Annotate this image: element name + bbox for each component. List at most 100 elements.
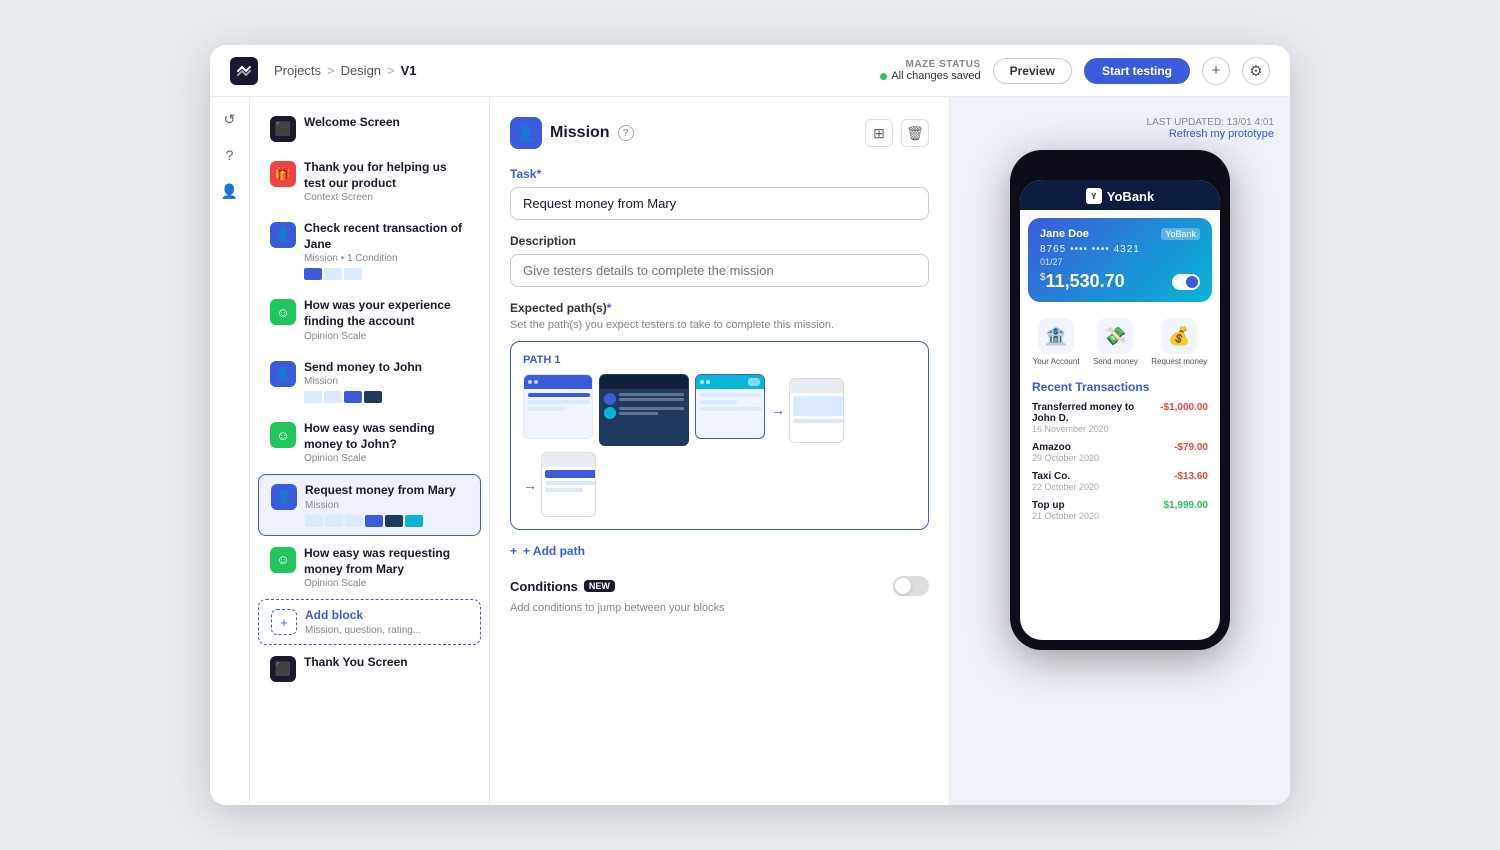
tx-date-1: 29 October 2020 — [1032, 453, 1099, 463]
mission-help-icon[interactable]: ? — [618, 125, 634, 141]
qa-request-money[interactable]: 💰 Request money — [1151, 318, 1207, 366]
nav-user-icon[interactable]: 👤 — [216, 177, 244, 205]
request-money-icon: 👤 — [271, 484, 297, 510]
ps-line-3 — [528, 407, 565, 411]
left-nav: ↺ ? 👤 — [210, 97, 250, 805]
sidebar-item-welcome[interactable]: ⬛ Welcome Screen — [258, 107, 481, 150]
req-thumb-5 — [385, 515, 403, 527]
preview-button[interactable]: Preview — [993, 58, 1072, 84]
ps-line-5 — [700, 400, 737, 404]
status-dot — [880, 73, 887, 80]
sidebar-info-check: Check recent transaction of Jane Mission… — [304, 221, 469, 280]
tx-amount-2: -$13.60 — [1174, 471, 1208, 482]
qa-request-icon: 💰 — [1161, 318, 1197, 354]
sidebar-item-add-block[interactable]: + Add block Mission, question, rating... — [258, 599, 481, 645]
sidebar-item-easy-requesting[interactable]: ☺ How easy was requesting money from Mar… — [258, 538, 481, 597]
recent-transactions: Recent Transactions Transferred money to… — [1020, 374, 1220, 535]
card-balance-row: $11,530.70 — [1040, 271, 1200, 292]
psb-header-2 — [600, 375, 688, 389]
qa-send-icon: 💸 — [1097, 318, 1133, 354]
tx-date-0: 16 November 2020 — [1032, 424, 1160, 434]
start-testing-button[interactable]: Start testing — [1084, 58, 1190, 84]
sidebar-item-thank-you-screen[interactable]: ⬛ Thank You Screen — [258, 647, 481, 690]
sidebar-item-send-money[interactable]: 👤 Send money to John Mission — [258, 352, 481, 412]
task-input[interactable] — [510, 187, 929, 220]
ps-dot-1 — [528, 380, 532, 384]
sidebar-info-send: Send money to John Mission — [304, 360, 469, 404]
path-screen-5[interactable] — [541, 452, 596, 517]
ps-header-5 — [542, 453, 595, 467]
sidebar-item-check-transaction[interactable]: 👤 Check recent transaction of Jane Missi… — [258, 213, 481, 288]
path-label: PATH 1 — [523, 354, 916, 366]
mission-save-icon[interactable]: ⊞ — [865, 119, 893, 147]
sidebar-info-thank-helping: Thank you for helping us test our produc… — [304, 160, 469, 203]
thank-helping-icon: 🎁 — [270, 161, 296, 187]
breadcrumb-design[interactable]: Design — [341, 63, 381, 78]
thumb-2 — [324, 268, 342, 280]
sidebar-item-easy-sending[interactable]: ☺ How easy was sending money to John? Op… — [258, 413, 481, 472]
conditions-toggle[interactable] — [893, 576, 929, 596]
breadcrumb-projects[interactable]: Projects — [274, 63, 321, 78]
add-path-button[interactable]: + + Add path — [510, 544, 929, 558]
sidebar-info-request: Request money from Mary Mission — [305, 483, 468, 527]
tx-amount-3: $1,999.00 — [1164, 500, 1209, 511]
ps-line-7 — [793, 419, 844, 423]
conditions-label: Conditions NEW — [510, 579, 615, 594]
maze-status: MAZE STATUS All changes saved — [880, 59, 980, 82]
nav-undo-icon[interactable]: ↺ — [216, 105, 244, 133]
nav-help-icon[interactable]: ? — [216, 141, 244, 169]
add-icon[interactable]: + — [1202, 57, 1230, 85]
sidebar-item-experience-finding[interactable]: ☺ How was your experience finding the ac… — [258, 290, 481, 349]
ps-line-1 — [528, 393, 590, 397]
ps-header-4 — [790, 379, 843, 393]
task-label: Task* — [510, 167, 929, 181]
maze-status-ok: All changes saved — [880, 70, 980, 82]
phone-mockup: Y YoBank Jane Doe YoBank 8765 •••• •••• … — [1010, 150, 1230, 650]
path-arrow-group-2: → — [523, 452, 596, 517]
path-arrow-icon: → — [771, 402, 785, 418]
conditions-text: Conditions — [510, 579, 578, 594]
tx-row-1: Amazoo 29 October 2020 -$79.00 — [1032, 442, 1208, 463]
sidebar-sub-send: Mission — [304, 376, 469, 387]
req-thumb-6 — [405, 515, 423, 527]
sidebar-info-easy-requesting: How easy was requesting money from Mary … — [304, 546, 469, 589]
ps-btn-5 — [545, 470, 596, 478]
bank-name-text: YoBank — [1107, 189, 1154, 204]
settings-icon[interactable]: ⚙ — [1242, 57, 1270, 85]
psb-circle-1 — [604, 393, 616, 405]
sidebar-title-experience: How was your experience finding the acco… — [304, 298, 469, 329]
sidebar-item-request-money[interactable]: 👤 Request money from Mary Mission — [258, 474, 481, 536]
tx-left-3: Top up 21 October 2020 — [1032, 500, 1099, 521]
description-input[interactable] — [510, 254, 929, 287]
ps-body-5 — [542, 467, 596, 517]
bank-card: Jane Doe YoBank 8765 •••• •••• 4321 01/2… — [1028, 218, 1212, 302]
path-screen-1[interactable] — [523, 374, 593, 439]
qa-request-label: Request money — [1151, 357, 1207, 366]
psb-l2 — [619, 398, 684, 401]
card-number: 8765 •••• •••• 4321 — [1040, 244, 1200, 255]
sidebar-title-check: Check recent transaction of Jane — [304, 221, 469, 252]
req-thumb-1 — [305, 515, 323, 527]
qa-your-account[interactable]: 🏦 Your Account — [1033, 318, 1080, 366]
add-path-label: + Add path — [523, 544, 585, 558]
qa-send-label: Send money — [1093, 357, 1138, 366]
qa-send-money[interactable]: 💸 Send money — [1093, 318, 1138, 366]
card-expiry: 01/27 — [1040, 257, 1200, 267]
path-screen-4[interactable] — [789, 378, 844, 443]
mission-delete-icon[interactable]: 🗑 — [901, 119, 929, 147]
sidebar-item-thank-helping[interactable]: 🎁 Thank you for helping us test our prod… — [258, 152, 481, 211]
tx-amount-1: -$79.00 — [1174, 442, 1208, 453]
breadcrumb: Projects > Design > V1 — [274, 63, 417, 78]
sidebar-info-easy-sending: How easy was sending money to John? Opin… — [304, 421, 469, 464]
check-transaction-icon: 👤 — [270, 222, 296, 248]
conditions-desc: Add conditions to jump between your bloc… — [510, 602, 929, 614]
sidebar-sub-check: Mission • 1 Condition — [304, 253, 469, 264]
path-screen-3[interactable] — [695, 374, 765, 439]
path-screen-2[interactable] — [599, 374, 689, 446]
card-toggle[interactable] — [1172, 274, 1200, 290]
ps-line-6 — [700, 407, 762, 411]
sidebar: ⬛ Welcome Screen 🎁 Thank you for helping… — [250, 97, 490, 805]
sidebar-title-easy-requesting: How easy was requesting money from Mary — [304, 546, 469, 577]
sidebar-info-welcome: Welcome Screen — [304, 115, 469, 131]
refresh-link[interactable]: Refresh my prototype — [966, 128, 1274, 140]
